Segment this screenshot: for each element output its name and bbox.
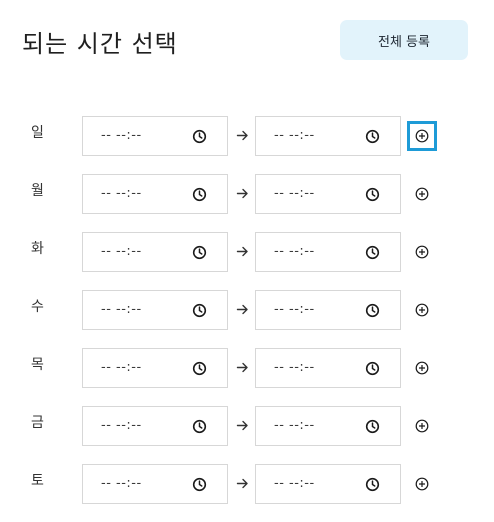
start-time-value: -- --:--	[101, 186, 142, 201]
arrow-right-icon	[236, 304, 248, 315]
clock-icon[interactable]	[192, 361, 207, 376]
clock-icon[interactable]	[192, 303, 207, 318]
add-time-button[interactable]	[407, 237, 437, 267]
clock-icon[interactable]	[365, 245, 380, 260]
day-row-sunday: 일 -- --:-- -- --:--	[0, 116, 494, 174]
clock-icon[interactable]	[192, 187, 207, 202]
end-time-value: -- --:--	[274, 360, 315, 375]
start-time-input[interactable]: -- --:--	[82, 174, 228, 214]
page-title: 되는 시간 선택	[22, 30, 178, 58]
plus-circle-icon	[415, 477, 429, 491]
start-time-value: -- --:--	[101, 128, 142, 143]
end-time-input[interactable]: -- --:--	[255, 116, 401, 156]
day-label: 화	[31, 241, 44, 257]
clock-icon[interactable]	[365, 477, 380, 492]
add-time-button[interactable]	[407, 179, 437, 209]
start-time-input[interactable]: -- --:--	[82, 348, 228, 388]
start-time-value: -- --:--	[101, 418, 142, 433]
plus-circle-icon	[415, 361, 429, 375]
end-time-value: -- --:--	[274, 128, 315, 143]
end-time-input[interactable]: -- --:--	[255, 406, 401, 446]
day-row-monday: 월 -- --:-- -- --:--	[0, 174, 494, 232]
day-row-saturday: 토 -- --:-- -- --:--	[0, 464, 494, 522]
add-time-button[interactable]	[407, 411, 437, 441]
plus-circle-icon	[415, 245, 429, 259]
start-time-input[interactable]: -- --:--	[82, 464, 228, 504]
day-label: 금	[31, 415, 44, 431]
start-time-value: -- --:--	[101, 476, 142, 491]
plus-circle-icon	[415, 303, 429, 317]
arrow-right-icon	[236, 188, 248, 199]
start-time-value: -- --:--	[101, 244, 142, 259]
end-time-value: -- --:--	[274, 476, 315, 491]
clock-icon[interactable]	[365, 361, 380, 376]
start-time-input[interactable]: -- --:--	[82, 232, 228, 272]
end-time-input[interactable]: -- --:--	[255, 464, 401, 504]
end-time-input[interactable]: -- --:--	[255, 232, 401, 272]
day-row-wednesday: 수 -- --:-- -- --:--	[0, 290, 494, 348]
day-schedule-list: 일 -- --:-- -- --:-- 월 -- --:-- -- --:-- …	[0, 116, 494, 522]
day-label: 수	[31, 299, 44, 315]
clock-icon[interactable]	[365, 129, 380, 144]
clock-icon[interactable]	[192, 477, 207, 492]
clock-icon[interactable]	[192, 245, 207, 260]
plus-circle-icon	[415, 129, 429, 143]
start-time-value: -- --:--	[101, 360, 142, 375]
start-time-input[interactable]: -- --:--	[82, 116, 228, 156]
day-label: 월	[31, 183, 44, 199]
end-time-value: -- --:--	[274, 302, 315, 317]
day-row-friday: 금 -- --:-- -- --:--	[0, 406, 494, 464]
clock-icon[interactable]	[192, 129, 207, 144]
start-time-input[interactable]: -- --:--	[82, 406, 228, 446]
end-time-value: -- --:--	[274, 244, 315, 259]
plus-circle-icon	[415, 187, 429, 201]
clock-icon[interactable]	[365, 303, 380, 318]
end-time-input[interactable]: -- --:--	[255, 348, 401, 388]
arrow-right-icon	[236, 362, 248, 373]
end-time-value: -- --:--	[274, 186, 315, 201]
register-all-button[interactable]: 전체 등록	[340, 20, 468, 60]
day-label: 토	[31, 473, 44, 489]
end-time-value: -- --:--	[274, 418, 315, 433]
arrow-right-icon	[236, 130, 248, 141]
day-label: 일	[31, 125, 44, 141]
add-time-button[interactable]	[407, 121, 437, 151]
end-time-input[interactable]: -- --:--	[255, 290, 401, 330]
day-label: 목	[31, 357, 44, 373]
arrow-right-icon	[236, 478, 248, 489]
end-time-input[interactable]: -- --:--	[255, 174, 401, 214]
clock-icon[interactable]	[365, 187, 380, 202]
clock-icon[interactable]	[192, 419, 207, 434]
arrow-right-icon	[236, 420, 248, 431]
clock-icon[interactable]	[365, 419, 380, 434]
add-time-button[interactable]	[407, 353, 437, 383]
day-row-tuesday: 화 -- --:-- -- --:--	[0, 232, 494, 290]
arrow-right-icon	[236, 246, 248, 257]
start-time-value: -- --:--	[101, 302, 142, 317]
add-time-button[interactable]	[407, 469, 437, 499]
start-time-input[interactable]: -- --:--	[82, 290, 228, 330]
day-row-thursday: 목 -- --:-- -- --:--	[0, 348, 494, 406]
add-time-button[interactable]	[407, 295, 437, 325]
plus-circle-icon	[415, 419, 429, 433]
